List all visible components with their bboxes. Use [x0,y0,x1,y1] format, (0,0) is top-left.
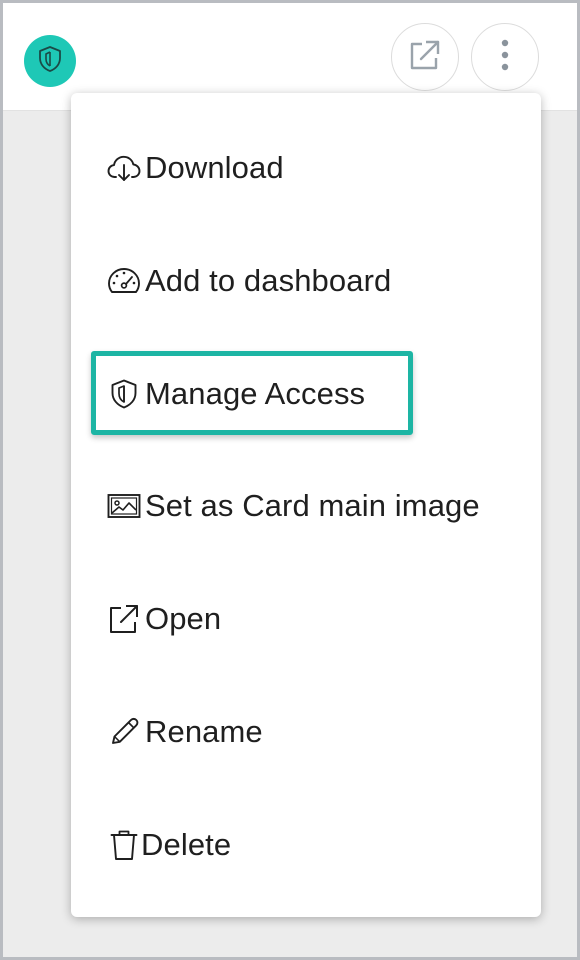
menu-item-label: Rename [145,714,263,749]
access-badge[interactable] [24,35,76,87]
image-icon [107,489,141,523]
trash-icon [107,828,141,862]
menu-item-rename[interactable]: Rename [71,702,541,762]
open-external-button[interactable] [391,23,459,91]
menu-item-label: Download [145,150,284,185]
menu-item-open[interactable]: Open [71,589,541,649]
dashboard-gauge-icon [107,264,141,298]
shield-icon [37,45,63,78]
external-link-icon [107,602,141,636]
cloud-download-icon [107,151,141,185]
vertical-ellipsis-icon [500,38,510,77]
menu-item-manage-access[interactable]: Manage Access [71,364,541,424]
context-menu: Download Add to dashboard Manage Access … [71,93,541,917]
menu-item-label: Set as Card main image [145,488,480,523]
external-link-icon [406,36,444,79]
menu-item-set-as-card-main-image[interactable]: Set as Card main image [71,476,541,536]
menu-item-add-to-dashboard[interactable]: Add to dashboard [71,251,541,311]
menu-item-delete[interactable]: Delete [71,815,541,875]
menu-item-label: Open [145,601,222,636]
pencil-icon [107,715,141,749]
app-frame: Download Add to dashboard Manage Access … [3,3,577,957]
menu-item-label: Add to dashboard [145,263,392,298]
menu-item-download[interactable]: Download [71,138,541,198]
shield-icon [107,377,141,411]
more-options-button[interactable] [471,23,539,91]
menu-item-label: Manage Access [145,376,366,411]
menu-item-label: Delete [141,827,232,862]
